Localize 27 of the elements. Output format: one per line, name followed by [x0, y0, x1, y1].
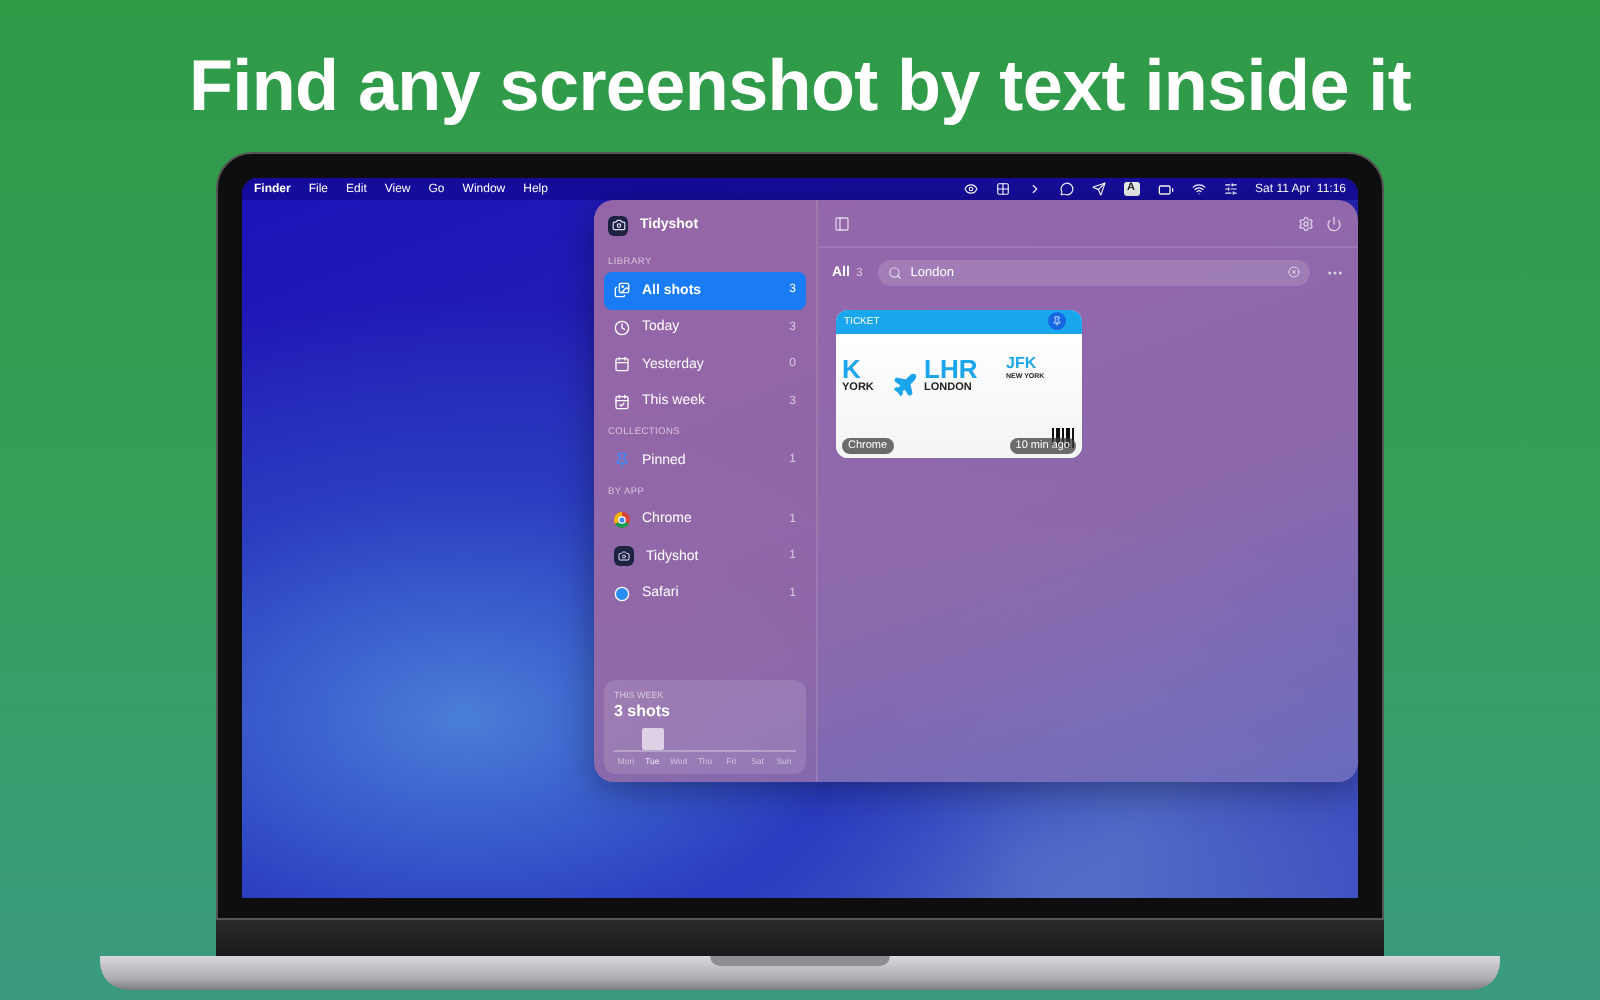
- stats-value: 3 shots: [614, 702, 673, 720]
- day-bar: [641, 728, 664, 750]
- calendar-icon: [614, 356, 630, 373]
- plane-icon: [892, 372, 918, 398]
- airport-code: K: [842, 356, 861, 382]
- camera-app-icon: [614, 546, 634, 567]
- search-icon: [888, 265, 903, 279]
- headline: Find any screenshot by text inside it: [188, 44, 1412, 130]
- sidebar-toggle-icon[interactable]: [834, 215, 850, 231]
- airport-code: LHR: [924, 356, 980, 382]
- chat-icon[interactable]: [1059, 182, 1074, 196]
- grid-icon[interactable]: [995, 182, 1010, 196]
- clock-icon: [614, 319, 630, 336]
- photos-icon: [614, 282, 630, 299]
- chevron-icon[interactable]: [1027, 182, 1042, 196]
- control-center-icon[interactable]: [1223, 182, 1238, 196]
- airport-code: JFK: [1006, 356, 1039, 372]
- chrome-icon: [614, 511, 630, 528]
- send-icon[interactable]: [1091, 182, 1106, 196]
- settings-icon[interactable]: [1298, 215, 1314, 231]
- camera-app-icon: [608, 215, 628, 235]
- eye-icon[interactable]: [963, 182, 978, 196]
- pin-icon: [614, 452, 630, 469]
- wifi-icon[interactable]: [1191, 182, 1206, 196]
- calendar-check-icon: [614, 393, 630, 410]
- battery-icon[interactable]: [1157, 181, 1174, 197]
- power-icon[interactable]: [1326, 215, 1342, 231]
